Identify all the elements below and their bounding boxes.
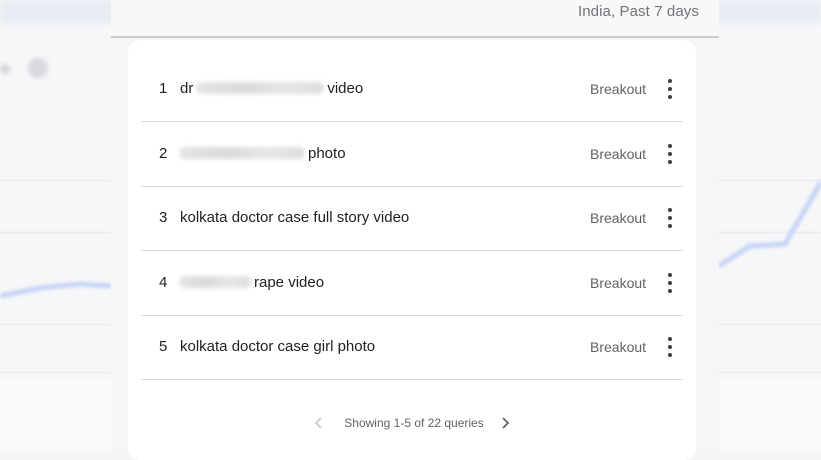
query-text-suffix: photo	[308, 145, 346, 162]
query-rank: 5	[159, 338, 168, 355]
query-text-suffix: video	[327, 80, 364, 97]
query-row[interactable]: 5 kolkata doctor case girl photo Breakou…	[141, 315, 683, 380]
query-text[interactable]: kolkata doctor case girl photo	[180, 315, 375, 379]
query-text[interactable]: photo	[179, 122, 346, 186]
query-text-prefix: kolkata doctor case girl photo	[180, 338, 376, 355]
redacted-text	[196, 82, 325, 95]
trend-line-right	[717, 180, 821, 269]
query-row[interactable]: 2 photo Breakout	[141, 122, 683, 187]
panel-header: India, Past 7 days	[111, 0, 719, 38]
breakout-badge: Breakout	[590, 275, 647, 291]
pagination-label: Showing 1-5 of 22 queries	[344, 416, 484, 430]
chevron-right-icon[interactable]	[496, 414, 514, 432]
more-vert-icon[interactable]	[662, 273, 678, 293]
more-vert-icon[interactable]	[662, 79, 678, 99]
pagination: Showing 1-5 of 22 queries	[128, 410, 696, 436]
query-text-suffix: rape video	[254, 274, 325, 291]
query-row[interactable]: 4 rape video Breakout	[141, 251, 683, 316]
query-text[interactable]: kolkata doctor case full story video	[180, 186, 409, 250]
more-vert-icon[interactable]	[662, 144, 678, 164]
chevron-left-icon[interactable]	[310, 414, 328, 432]
query-rank: 2	[159, 145, 168, 162]
breakout-badge: Breakout	[590, 146, 647, 162]
query-text[interactable]: rape video	[179, 251, 324, 315]
query-text[interactable]: dr video	[180, 57, 363, 121]
query-text-prefix: dr	[180, 80, 194, 97]
query-text-prefix: kolkata doctor case full story video	[180, 209, 410, 226]
breakout-badge: Breakout	[590, 339, 647, 355]
redacted-text	[179, 276, 251, 289]
queries-card: 1 dr video Breakout 2 photo Breakout 3 ko…	[128, 40, 696, 460]
region-timeframe-label: India, Past 7 days	[577, 3, 699, 20]
more-vert-icon[interactable]	[662, 337, 678, 357]
more-vert-icon[interactable]	[662, 208, 678, 228]
trend-line-left	[0, 281, 112, 299]
query-row[interactable]: 3 kolkata doctor case full story video B…	[141, 186, 683, 251]
query-row[interactable]: 1 dr video Breakout	[141, 57, 683, 122]
query-rank: 3	[159, 209, 168, 226]
query-rank: 1	[159, 80, 168, 97]
breakout-badge: Breakout	[590, 81, 647, 97]
breakout-badge: Breakout	[590, 210, 647, 226]
related-queries-panel: India, Past 7 days 1 dr video Breakout 2 …	[111, 0, 719, 460]
redacted-text	[179, 147, 305, 160]
query-rank: 4	[159, 274, 168, 291]
